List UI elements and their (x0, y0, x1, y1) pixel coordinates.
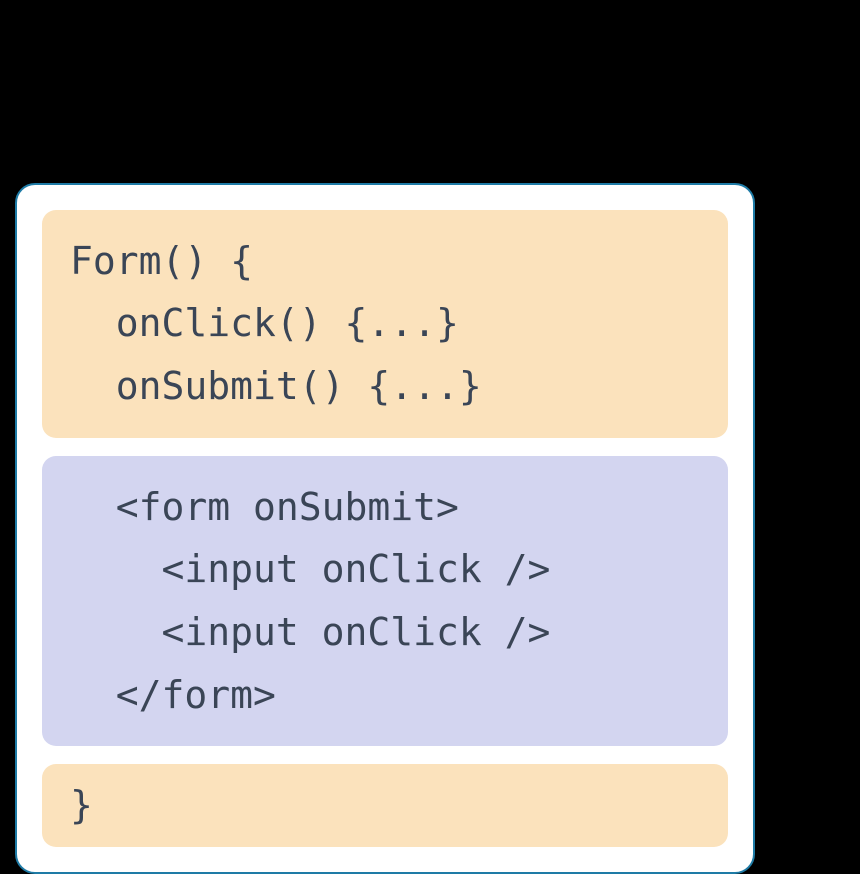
close-brace-block: } (42, 764, 728, 847)
code-line: onSubmit() {...} (70, 364, 482, 408)
code-line: </form> (70, 673, 276, 717)
js-logic-block: Form() { onClick() {...} onSubmit() {...… (42, 210, 728, 438)
code-line: <form onSubmit> (70, 485, 459, 529)
code-line: } (70, 783, 93, 827)
code-line: <input onClick /> (70, 547, 550, 591)
code-line: Form() { (70, 239, 253, 283)
code-diagram-card: Form() { onClick() {...} onSubmit() {...… (15, 183, 755, 874)
jsx-markup-block: <form onSubmit> <input onClick /> <input… (42, 456, 728, 747)
code-line: <input onClick /> (70, 610, 550, 654)
code-line: onClick() {...} (70, 301, 459, 345)
